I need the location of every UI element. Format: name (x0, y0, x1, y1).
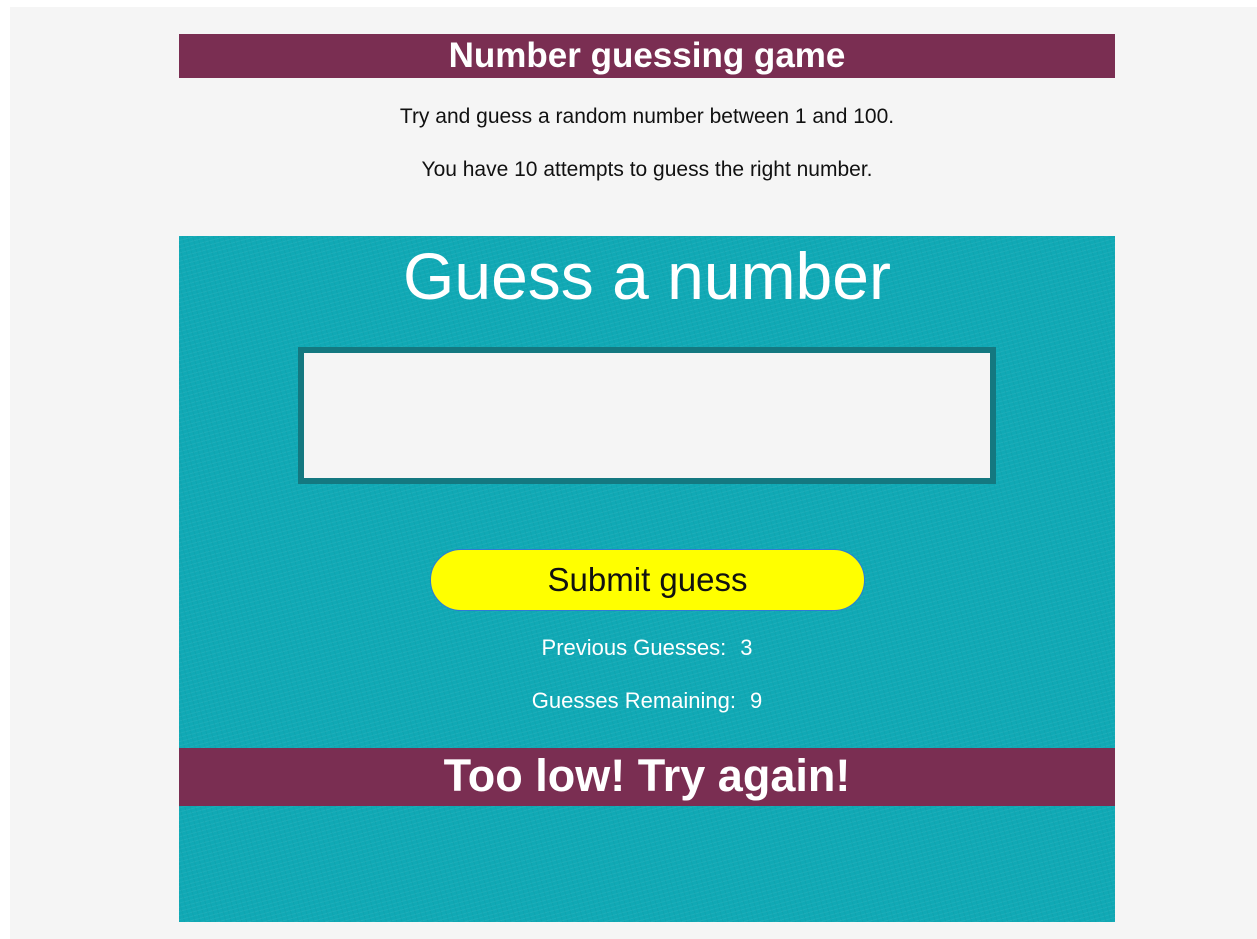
guesses-remaining-value: 9 (749, 688, 763, 713)
guess-input[interactable] (298, 347, 996, 484)
guesses-remaining-label: Guesses Remaining: (531, 688, 736, 713)
previous-guesses: Previous Guesses: 3 (179, 635, 1115, 661)
feedback-message: Too low! Try again! (179, 748, 1115, 806)
page: Number guessing game Try and guess a ran… (10, 7, 1257, 939)
previous-guesses-label: Previous Guesses: (541, 635, 727, 660)
intro-attempts-text: You have 10 attempts to guess the right … (421, 158, 873, 181)
submit-guess-button[interactable]: Submit guess (430, 549, 865, 611)
page-title: Number guessing game (179, 34, 1115, 78)
intro-range-text: Try and guess a random number between 1 … (399, 105, 895, 128)
game-panel: Guess a number Submit guess Previous Gue… (179, 236, 1115, 922)
guess-heading: Guess a number (403, 239, 891, 313)
guesses-remaining: Guesses Remaining: 9 (179, 688, 1115, 714)
previous-guesses-value: 3 (740, 635, 753, 660)
